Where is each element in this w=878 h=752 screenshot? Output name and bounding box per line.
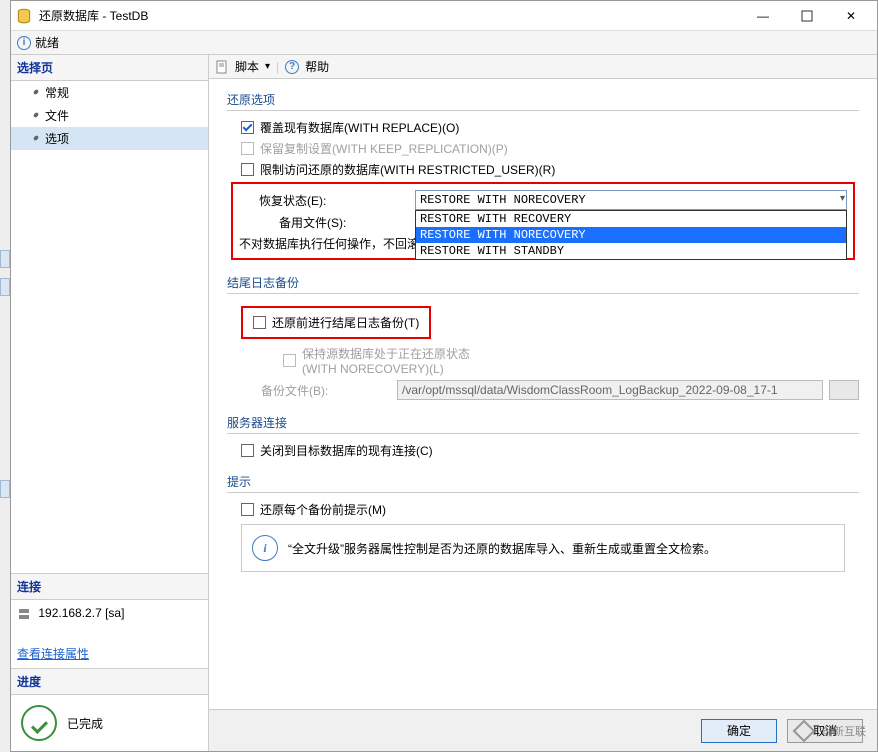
sidebar-item-files[interactable]: 文件 bbox=[11, 104, 208, 127]
label-overwrite: 覆盖现有数据库(WITH REPLACE)(O) bbox=[260, 119, 459, 136]
db-restore-icon bbox=[15, 7, 33, 25]
help-icon: ? bbox=[285, 60, 299, 74]
label-recovery-state: 恢复状态(E): bbox=[239, 192, 409, 209]
content-toolbar: 脚本 ▾ | ? 帮助 bbox=[209, 55, 877, 79]
main-options: 还原选项 覆盖现有数据库(WITH REPLACE)(O) 保留复制设置(WIT… bbox=[209, 79, 877, 709]
brand-text: 创新互联 bbox=[822, 723, 866, 739]
window-title: 还原数据库 - TestDB bbox=[39, 7, 741, 24]
brand-logo: 创新互联 bbox=[790, 716, 876, 746]
dropdown-option-recovery[interactable]: RESTORE WITH RECOVERY bbox=[416, 211, 846, 227]
dropdown-option-standby[interactable]: RESTORE WITH STANDBY bbox=[416, 243, 846, 259]
checkbox-restricted-user[interactable] bbox=[241, 163, 254, 176]
group-server-connections: 服务器连接 bbox=[227, 414, 859, 434]
group-hint: 提示 bbox=[227, 473, 859, 493]
input-backup-file: /var/opt/mssql/data/WisdomClassRoom_LogB… bbox=[397, 380, 823, 400]
label-close-existing: 关闭到目标数据库的现有连接(C) bbox=[260, 442, 433, 459]
connection-title: 连接 bbox=[11, 574, 208, 600]
group-tail-log: 结尾日志备份 bbox=[227, 274, 859, 294]
minimize-button[interactable]: — bbox=[741, 2, 785, 30]
row-close-existing: 关闭到目标数据库的现有连接(C) bbox=[241, 442, 859, 459]
edge-stub bbox=[0, 250, 10, 268]
dropdown-option-norecovery[interactable]: RESTORE WITH NORECOVERY bbox=[416, 227, 846, 243]
script-dropdown-arrow[interactable]: ▾ bbox=[265, 61, 270, 72]
label-prompt-each: 还原每个备份前提示(M) bbox=[260, 501, 386, 518]
row-prompt-each: 还原每个备份前提示(M) bbox=[241, 501, 859, 518]
checkbox-keep-source-restoring bbox=[283, 354, 296, 367]
label-no-op-text: 不对数据库执行任何操作，不回滚 bbox=[239, 235, 419, 252]
content-pane: 脚本 ▾ | ? 帮助 还原选项 覆盖现有数据库(WITH REPLACE)(O… bbox=[209, 55, 877, 751]
row-keep-source-restoring: 保持源数据库处于正在还原状态 (WITH NORECOVERY)(L) bbox=[283, 345, 859, 376]
app-left-edge bbox=[0, 0, 10, 752]
checkbox-tail-log-before-restore[interactable] bbox=[253, 316, 266, 329]
dialog-footer: 确定 取消 bbox=[209, 709, 877, 751]
progress-body: 已完成 bbox=[11, 695, 208, 751]
checkbox-prompt-each[interactable] bbox=[241, 503, 254, 516]
label-keep-source-restoring: 保持源数据库处于正在还原状态 bbox=[302, 347, 470, 361]
label-standby-file: 备用文件(S): bbox=[239, 214, 409, 231]
dropdown-selected: RESTORE WITH NORECOVERY bbox=[415, 190, 847, 210]
group-restore-options: 还原选项 bbox=[227, 91, 859, 111]
tip-text: “全文升级”服务器属性控制是否为还原的数据库导入、重新生成或重置全文检索。 bbox=[288, 540, 716, 557]
sidebar-item-label: 选项 bbox=[45, 130, 69, 147]
server-icon bbox=[17, 607, 31, 621]
sidebar-item-options[interactable]: 选项 bbox=[11, 127, 208, 150]
check-circle-icon bbox=[21, 705, 57, 741]
row-overwrite: 覆盖现有数据库(WITH REPLACE)(O) bbox=[241, 119, 859, 136]
checkbox-close-existing[interactable] bbox=[241, 444, 254, 457]
wrench-icon bbox=[29, 133, 41, 145]
script-button[interactable]: 脚本 bbox=[235, 58, 259, 75]
connection-server: 192.168.2.7 [sa] bbox=[38, 606, 124, 620]
dialog-window: 还原数据库 - TestDB — ✕ i 就绪 选择页 常规 文件 选项 连 bbox=[10, 0, 878, 752]
info-icon: i bbox=[252, 535, 278, 561]
row-restricted-user: 限制访问还原的数据库(WITH RESTRICTED_USER)(R) bbox=[241, 161, 859, 178]
tip-box: i “全文升级”服务器属性控制是否为还原的数据库导入、重新生成或重置全文检索。 bbox=[241, 524, 845, 572]
cx-logo-icon bbox=[790, 717, 818, 745]
checkbox-keep-replication bbox=[241, 142, 254, 155]
sidebar-item-general[interactable]: 常规 bbox=[11, 81, 208, 104]
label-keep-source-restoring2: (WITH NORECOVERY)(L) bbox=[302, 362, 444, 376]
dropdown-list: RESTORE WITH RECOVERY RESTORE WITH NOREC… bbox=[415, 210, 847, 260]
status-bar: i 就绪 bbox=[11, 31, 877, 55]
maximize-button[interactable] bbox=[785, 2, 829, 30]
script-icon bbox=[215, 60, 229, 74]
wrench-icon bbox=[29, 87, 41, 99]
progress-done-text: 已完成 bbox=[67, 715, 103, 732]
help-button[interactable]: 帮助 bbox=[305, 58, 329, 75]
status-text: 就绪 bbox=[35, 34, 59, 51]
sidebar-item-label: 常规 bbox=[45, 84, 69, 101]
browse-button bbox=[829, 380, 859, 400]
view-connection-properties-link[interactable]: 查看连接属性 bbox=[17, 645, 89, 662]
label-keep-replication: 保留复制设置(WITH KEEP_REPLICATION)(P) bbox=[260, 140, 508, 157]
sidebar-item-label: 文件 bbox=[45, 107, 69, 124]
chevron-down-icon: ▾ bbox=[840, 193, 845, 204]
row-keep-replication: 保留复制设置(WITH KEEP_REPLICATION)(P) bbox=[241, 140, 859, 157]
dialog-body: 选择页 常规 文件 选项 连接 192.168.2.7 [sa] 查 bbox=[11, 55, 877, 751]
ok-button[interactable]: 确定 bbox=[701, 719, 777, 743]
close-button[interactable]: ✕ bbox=[829, 2, 873, 30]
label-restricted-user: 限制访问还原的数据库(WITH RESTRICTED_USER)(R) bbox=[260, 161, 555, 178]
recovery-state-dropdown[interactable]: RESTORE WITH NORECOVERY ▾ RESTORE WITH R… bbox=[415, 190, 847, 210]
titlebar: 还原数据库 - TestDB — ✕ bbox=[11, 1, 877, 31]
checkbox-overwrite[interactable] bbox=[241, 121, 254, 134]
row-backup-file: 备份文件(B): /var/opt/mssql/data/WisdomClass… bbox=[261, 380, 859, 400]
wrench-icon bbox=[29, 110, 41, 122]
connection-section: 连接 192.168.2.7 [sa] 查看连接属性 bbox=[11, 573, 208, 668]
label-backup-file: 备份文件(B): bbox=[261, 382, 391, 399]
highlight-recovery-state: 恢复状态(E): RESTORE WITH NORECOVERY ▾ RESTO… bbox=[231, 182, 855, 260]
progress-title: 进度 bbox=[11, 668, 208, 695]
sidebar: 选择页 常规 文件 选项 连接 192.168.2.7 [sa] 查 bbox=[11, 55, 209, 751]
edge-stub bbox=[0, 278, 10, 296]
sidebar-section-select: 选择页 bbox=[11, 55, 208, 81]
highlight-tail-log: 还原前进行结尾日志备份(T) bbox=[241, 306, 431, 339]
edge-stub bbox=[0, 480, 10, 498]
info-icon: i bbox=[17, 36, 31, 50]
label-tail-log-before-restore: 还原前进行结尾日志备份(T) bbox=[272, 314, 419, 331]
